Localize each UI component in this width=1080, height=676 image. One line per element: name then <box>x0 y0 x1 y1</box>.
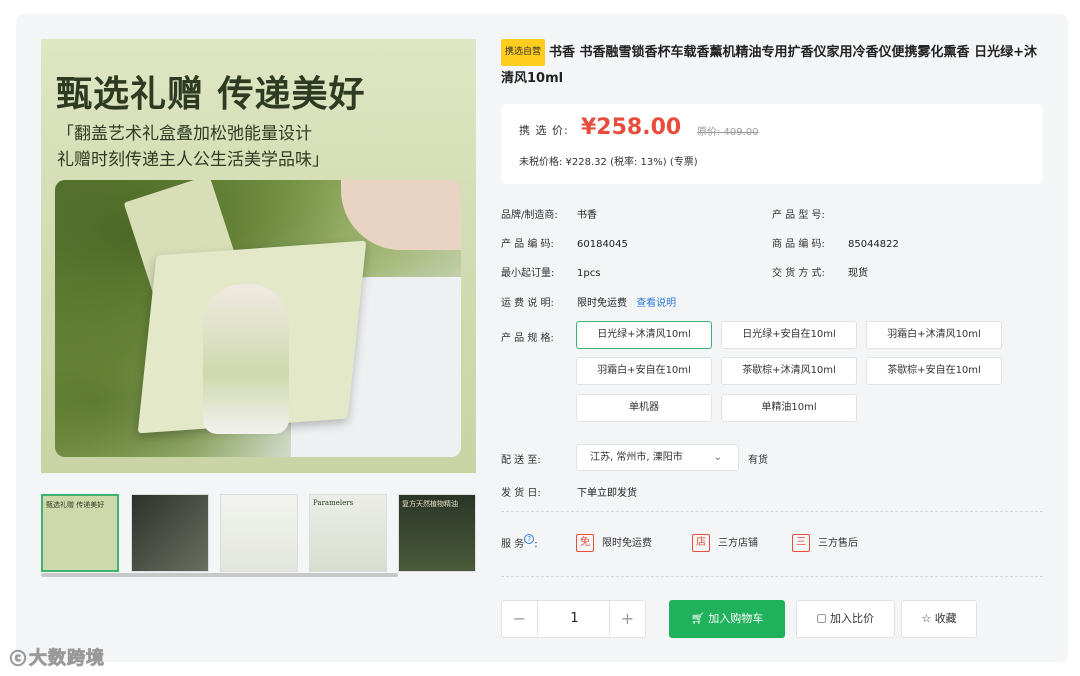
thumbnail-5[interactable]: 复方天然植物精油 <box>398 494 476 572</box>
spec-option[interactable]: 日光绿+沐清风10ml <box>576 321 712 349</box>
thumbnail-strip: 甄选礼赠 传递美好 Paramelers 复方天然植物精油 <box>41 494 476 572</box>
model-row: 产 品 型 号: <box>772 210 825 221</box>
thumbnail-3[interactable] <box>220 494 298 572</box>
current-price: ¥258.00 <box>581 115 682 140</box>
product-title-text: 书香 书香融雪锁香杯车载香薰机精油专用扩香仪家用冷香仪便携雾化熏香 日光绿+沐清… <box>501 45 1037 86</box>
checkbox-icon <box>817 614 826 623</box>
image-subline-1: 「翻盖艺术礼盒叠加松弛能量设计 <box>57 124 312 144</box>
thumbnail-caption: Paramelers <box>313 499 354 507</box>
stock-status: 有货 <box>748 455 768 466</box>
price-box: 携 选 价: ¥258.00 原价: 409.00 未税价格: ¥228.32 … <box>501 104 1043 184</box>
help-icon[interactable]: ? <box>524 534 535 544</box>
quantity-stepper: − 1 + <box>501 600 646 638</box>
spec-label: 产 品 规 格: <box>501 333 554 344</box>
decrement-button[interactable]: − <box>502 601 538 637</box>
tax-price: 未税价格: ¥228.32 (税率: 13%) (专票) <box>519 157 698 168</box>
shipping-info-link[interactable]: 查看说明 <box>636 298 676 309</box>
spec-option[interactable]: 日光绿+安自在10ml <box>721 321 857 349</box>
watermark: ⓒ 大数跨境 <box>10 644 105 670</box>
product-title: 携选自营 书香 书香融雪锁香杯车载香薰机精油专用扩香仪家用冷香仪便携雾化熏香 日光… <box>501 39 1046 91</box>
free-shipping-icon: 免 <box>576 534 594 552</box>
favorite-button[interactable]: ☆ 收藏 <box>901 600 977 638</box>
ship-to-label: 配 送 至: <box>501 455 541 466</box>
chevron-down-icon: ⌄ <box>713 452 722 463</box>
add-to-compare-button[interactable]: 加入比价 <box>796 600 895 638</box>
product-code-row: 产 品 编 码: 60184045 <box>501 239 628 250</box>
product-photo <box>55 180 461 457</box>
price-label: 携 选 价: <box>519 124 569 137</box>
shipping-row: 运 费 说 明: 限时免运费 查看说明 <box>501 298 677 309</box>
quantity-input[interactable]: 1 <box>539 601 610 637</box>
star-icon: ☆ <box>921 612 932 625</box>
main-product-image[interactable]: 甄选礼赠 传递美好 「翻盖艺术礼盒叠加松弛能量设计 礼赠时刻传递主人公生活美学品… <box>41 39 476 473</box>
spec-option[interactable]: 茶歇棕+沐清风10ml <box>721 357 857 385</box>
watermark-logo-icon: ⓒ <box>10 649 28 669</box>
service-item: 店三方店铺 <box>692 534 758 552</box>
thumbnail-1[interactable]: 甄选礼赠 传递美好 <box>41 494 119 572</box>
divider <box>501 511 1043 512</box>
dispatch-row: 发 货 日: 下单立即发货 <box>501 488 637 499</box>
thumbnail-2[interactable] <box>131 494 209 572</box>
store-icon: 店 <box>692 534 710 552</box>
cart-icon: 🛒︎ <box>690 612 705 625</box>
spec-option[interactable]: 单机器 <box>576 394 712 422</box>
after-sales-icon: 三 <box>792 534 810 552</box>
service-label: 服 务?: <box>501 534 538 550</box>
service-item: 三三方售后 <box>792 534 858 552</box>
moq-row: 最小起订量: 1pcs <box>501 268 601 279</box>
brand-row: 品牌/制造商: 书香 <box>501 210 597 221</box>
original-price: 原价: 409.00 <box>697 127 759 138</box>
spec-option[interactable]: 单精油10ml <box>721 394 857 422</box>
ship-to-select[interactable]: 江苏, 常州市, 溧阳市 ⌄ <box>576 444 739 471</box>
spec-option[interactable]: 羽霜白+沐清风10ml <box>866 321 1002 349</box>
divider <box>501 576 1043 577</box>
goods-code-row: 商 品 编 码: 85044822 <box>772 239 899 250</box>
thumbnail-caption: 复方天然植物精油 <box>402 500 458 508</box>
increment-button[interactable]: + <box>609 601 645 637</box>
self-operated-badge: 携选自营 <box>501 39 546 66</box>
spec-option[interactable]: 羽霜白+安自在10ml <box>576 357 712 385</box>
add-to-cart-button[interactable]: 🛒︎ 加入购物车 <box>669 600 785 638</box>
thumbnail-scrollbar[interactable] <box>41 573 398 577</box>
delivery-row: 交 货 方 式: 现货 <box>772 268 868 279</box>
spec-option[interactable]: 茶歇棕+安自在10ml <box>866 357 1002 385</box>
thumbnail-caption: 甄选礼赠 传递美好 <box>46 501 105 509</box>
service-item: 免限时免运费 <box>576 534 652 552</box>
image-headline: 甄选礼赠 传递美好 <box>56 73 366 115</box>
image-subline-2: 礼赠时刻传递主人公生活美学品味」 <box>57 150 329 170</box>
thumbnail-4[interactable]: Paramelers <box>309 494 387 572</box>
